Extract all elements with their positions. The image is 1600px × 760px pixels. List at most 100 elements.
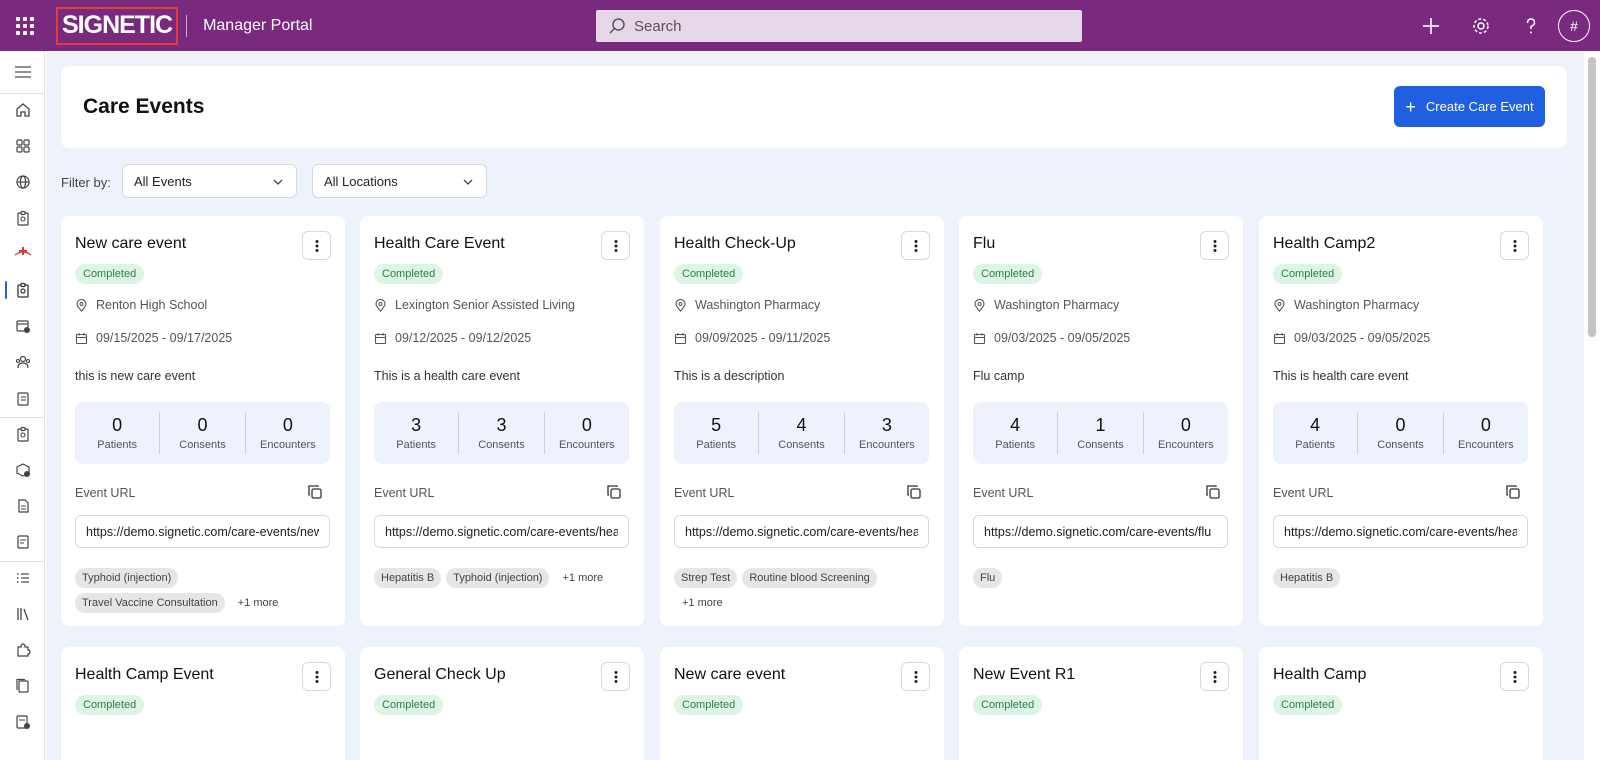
copy-icon xyxy=(607,485,621,499)
event-url-label: Event URL xyxy=(374,486,435,500)
card-title[interactable]: Health Check-Up xyxy=(674,235,796,253)
event-url-label: Event URL xyxy=(973,486,1034,500)
card-title[interactable]: Health Camp2 xyxy=(1273,235,1375,253)
care-event-card[interactable]: Health Camp Event Completed xyxy=(61,647,345,760)
scrollbar-thumb[interactable] xyxy=(1588,57,1596,337)
search-placeholder: Search xyxy=(634,17,682,35)
card-menu-button[interactable] xyxy=(901,662,930,691)
event-url-field[interactable] xyxy=(973,515,1228,548)
consents-stat: 4 Consents xyxy=(758,412,843,454)
copy-url-button[interactable] xyxy=(1505,484,1521,500)
consents-stat: 0 Consents xyxy=(1357,412,1442,454)
sidebar-toggle[interactable] xyxy=(0,60,45,84)
event-url-field[interactable] xyxy=(374,515,629,548)
create-care-event-button[interactable]: + Create Care Event xyxy=(1394,86,1545,127)
more-tags-link[interactable]: +1 more xyxy=(674,593,731,613)
care-event-card[interactable]: Health Care Event Completed Lexington Se… xyxy=(360,216,644,626)
consents-label: Consents xyxy=(179,439,226,451)
card-dates: 09/03/2025 - 09/05/2025 xyxy=(973,331,1130,345)
avatar[interactable]: # xyxy=(1558,9,1590,42)
location-pin-icon xyxy=(974,298,985,312)
sidebar-item-apps[interactable] xyxy=(0,134,45,158)
card-title[interactable]: General Check Up xyxy=(374,666,506,684)
help-button[interactable] xyxy=(1506,0,1556,51)
service-tag: Flu xyxy=(973,568,1003,588)
care-event-card[interactable]: General Check Up Completed xyxy=(360,647,644,760)
events-filter-dropdown[interactable]: All Events xyxy=(122,164,297,198)
library-icon xyxy=(16,608,29,621)
page-title: Care Events xyxy=(83,95,205,118)
location-pin-icon xyxy=(76,298,87,312)
sidebar-item-integrations[interactable] xyxy=(0,638,45,662)
card-stats: 4 Patients 0 Consents 0 Encounters xyxy=(1273,402,1528,464)
card-title[interactable]: New care event xyxy=(674,666,785,684)
sidebar-item-list[interactable] xyxy=(0,566,45,590)
sidebar-item-forms[interactable] xyxy=(0,530,45,554)
copy-url-button[interactable] xyxy=(906,484,922,500)
more-vertical-icon xyxy=(614,670,617,683)
sidebar-item-schedule[interactable] xyxy=(0,314,45,338)
patients-stat: 4 Patients xyxy=(973,412,1057,454)
card-menu-button[interactable] xyxy=(302,662,331,691)
card-title[interactable]: Health Camp Event xyxy=(75,666,214,684)
locations-filter-dropdown[interactable]: All Locations xyxy=(312,164,487,198)
sidebar-item-inventory[interactable] xyxy=(0,458,45,482)
search-box[interactable]: Search xyxy=(596,10,1082,42)
sidebar-item-library[interactable] xyxy=(0,602,45,626)
logo[interactable]: SIGNETIC xyxy=(56,6,179,45)
sidebar-item-care[interactable] xyxy=(0,242,45,266)
care-event-card[interactable]: Health Check-Up Completed Washington Pha… xyxy=(660,216,944,626)
add-button[interactable] xyxy=(1406,0,1456,51)
calendar-clock-icon xyxy=(15,320,30,333)
card-menu-button[interactable] xyxy=(302,231,331,260)
card-description: This is a health care event xyxy=(374,369,520,383)
event-url-field[interactable] xyxy=(75,515,330,548)
card-menu-button[interactable] xyxy=(1500,231,1529,260)
app-launcher-button[interactable] xyxy=(0,0,50,51)
care-event-card[interactable]: Flu Completed Washington Pharmacy 09/03/… xyxy=(959,216,1243,626)
care-event-card[interactable]: New care event Completed Renton High Sch… xyxy=(61,216,345,626)
card-title[interactable]: Health Care Event xyxy=(374,235,505,253)
card-title[interactable]: New care event xyxy=(75,235,186,253)
main-content: Care Events + Create Care Event Filter b… xyxy=(46,51,1584,760)
page-scrollbar[interactable] xyxy=(1584,51,1600,760)
sidebar-item-globe[interactable] xyxy=(0,170,45,194)
care-event-card[interactable]: New care event Completed xyxy=(660,647,944,760)
copy-url-button[interactable] xyxy=(307,484,323,500)
care-event-card[interactable]: New Event R1 Completed xyxy=(959,647,1243,760)
patients-label: Patients xyxy=(696,439,737,451)
sidebar-item-tasks[interactable] xyxy=(0,386,45,410)
sidebar-item-care-events[interactable] xyxy=(0,278,45,302)
card-menu-button[interactable] xyxy=(601,662,630,691)
card-menu-button[interactable] xyxy=(1500,662,1529,691)
sidebar-item-records[interactable] xyxy=(0,422,45,446)
more-tags-link[interactable]: +1 more xyxy=(554,568,611,588)
card-title[interactable]: Flu xyxy=(973,235,995,253)
sidebar-item-home[interactable] xyxy=(0,98,45,122)
sidebar-item-clipboard[interactable] xyxy=(0,206,45,230)
consents-label: Consents xyxy=(778,439,825,451)
copy-url-button[interactable] xyxy=(1205,484,1221,500)
card-menu-button[interactable] xyxy=(901,231,930,260)
app-launcher-icon xyxy=(16,16,34,35)
event-url-field[interactable] xyxy=(674,515,929,548)
sidebar-item-documents[interactable] xyxy=(0,494,45,518)
care-event-card[interactable]: Health Camp Completed xyxy=(1259,647,1543,760)
event-url-field[interactable] xyxy=(1273,515,1528,548)
sidebar-item-copy[interactable] xyxy=(0,674,45,698)
more-tags-link[interactable]: +1 more xyxy=(230,593,287,613)
patients-count: 5 xyxy=(711,415,722,435)
encounters-count: 0 xyxy=(282,415,293,435)
card-title[interactable]: Health Camp xyxy=(1273,666,1366,684)
card-menu-button[interactable] xyxy=(1200,231,1229,260)
users-icon xyxy=(15,355,30,369)
card-title[interactable]: New Event R1 xyxy=(973,666,1075,684)
settings-button[interactable] xyxy=(1456,0,1506,51)
status-badge: Completed xyxy=(1273,695,1343,715)
care-event-card[interactable]: Health Camp2 Completed Washington Pharma… xyxy=(1259,216,1543,626)
sidebar-item-reports[interactable] xyxy=(0,710,45,734)
sidebar-item-users[interactable] xyxy=(0,350,45,374)
card-menu-button[interactable] xyxy=(601,231,630,260)
copy-url-button[interactable] xyxy=(606,484,622,500)
card-menu-button[interactable] xyxy=(1200,662,1229,691)
